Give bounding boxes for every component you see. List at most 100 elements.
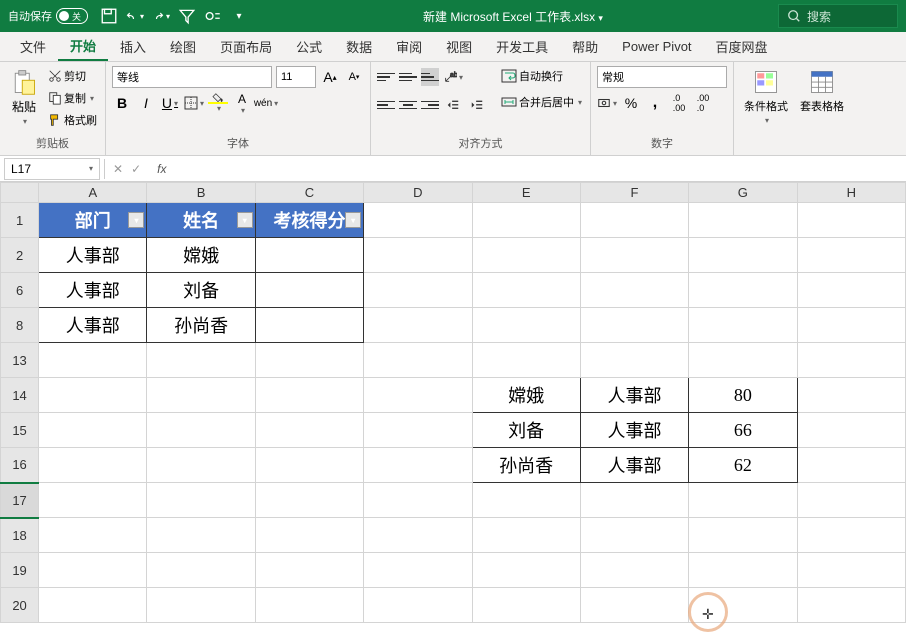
increase-decimal-icon[interactable]: .0.00 bbox=[669, 93, 689, 113]
col-header-h[interactable]: H bbox=[797, 183, 905, 203]
cell[interactable] bbox=[147, 483, 255, 518]
cell[interactable] bbox=[472, 308, 580, 343]
cell-e14[interactable]: 嫦娥 bbox=[472, 378, 580, 413]
tab-home[interactable]: 开始 bbox=[58, 32, 108, 61]
cell-f15[interactable]: 人事部 bbox=[580, 413, 688, 448]
font-color-button[interactable]: A ▾ bbox=[232, 93, 252, 113]
cell[interactable] bbox=[364, 273, 472, 308]
cell[interactable] bbox=[39, 343, 147, 378]
cell[interactable] bbox=[364, 588, 472, 623]
tab-power-pivot[interactable]: Power Pivot bbox=[610, 32, 703, 61]
tab-help[interactable]: 帮助 bbox=[560, 32, 610, 61]
col-header-g[interactable]: G bbox=[689, 183, 797, 203]
tab-formulas[interactable]: 公式 bbox=[284, 32, 334, 61]
col-header-d[interactable]: D bbox=[364, 183, 472, 203]
cell-f14[interactable]: 人事部 bbox=[580, 378, 688, 413]
cell[interactable] bbox=[689, 343, 797, 378]
cell[interactable] bbox=[472, 553, 580, 588]
cell[interactable] bbox=[472, 483, 580, 518]
tab-file[interactable]: 文件 bbox=[8, 32, 58, 61]
cell[interactable] bbox=[472, 273, 580, 308]
cell[interactable] bbox=[797, 413, 905, 448]
table-style-button[interactable]: 套表格格 bbox=[796, 66, 848, 116]
row-header-2[interactable]: 2 bbox=[1, 238, 39, 273]
cell[interactable] bbox=[364, 518, 472, 553]
filter-button-c[interactable]: ▾ bbox=[345, 212, 361, 228]
cell[interactable] bbox=[797, 343, 905, 378]
cell[interactable] bbox=[39, 378, 147, 413]
underline-button[interactable]: U▾ bbox=[160, 93, 180, 113]
decrease-font-icon[interactable]: A▾ bbox=[344, 67, 364, 87]
cell-e15[interactable]: 刘备 bbox=[472, 413, 580, 448]
row-header-13[interactable]: 13 bbox=[1, 343, 39, 378]
cell[interactable] bbox=[255, 413, 363, 448]
filter-button-b[interactable]: ▾ bbox=[237, 212, 253, 228]
align-bottom-icon[interactable] bbox=[421, 68, 439, 86]
col-header-b[interactable]: B bbox=[147, 183, 255, 203]
cell[interactable] bbox=[255, 483, 363, 518]
cell[interactable] bbox=[364, 413, 472, 448]
cell[interactable] bbox=[580, 238, 688, 273]
cell[interactable] bbox=[580, 483, 688, 518]
increase-font-icon[interactable]: A▴ bbox=[320, 67, 340, 87]
italic-button[interactable]: I bbox=[136, 93, 156, 113]
cell[interactable] bbox=[580, 203, 688, 238]
fill-color-button[interactable]: ▾ bbox=[208, 93, 228, 113]
cell[interactable] bbox=[689, 203, 797, 238]
cell[interactable] bbox=[797, 448, 905, 483]
currency-button[interactable]: ▾ bbox=[597, 93, 617, 113]
cell-c8[interactable] bbox=[255, 308, 363, 343]
cell[interactable] bbox=[147, 518, 255, 553]
cell[interactable] bbox=[689, 553, 797, 588]
col-header-c[interactable]: C bbox=[255, 183, 363, 203]
cell[interactable] bbox=[255, 378, 363, 413]
decrease-decimal-icon[interactable]: .00.0 bbox=[693, 93, 713, 113]
cell[interactable] bbox=[364, 238, 472, 273]
cell-g15[interactable]: 66 bbox=[689, 413, 797, 448]
cell[interactable] bbox=[39, 588, 147, 623]
font-size-select[interactable] bbox=[276, 66, 316, 88]
tab-insert[interactable]: 插入 bbox=[108, 32, 158, 61]
qat-customize-icon[interactable]: ▾ bbox=[230, 7, 248, 25]
cell[interactable] bbox=[472, 588, 580, 623]
cell-g16[interactable]: 62 bbox=[689, 448, 797, 483]
cell[interactable] bbox=[797, 273, 905, 308]
col-header-f[interactable]: F bbox=[580, 183, 688, 203]
col-header-e[interactable]: E bbox=[472, 183, 580, 203]
cell[interactable] bbox=[147, 343, 255, 378]
cell[interactable] bbox=[797, 203, 905, 238]
cell[interactable] bbox=[255, 448, 363, 483]
cell[interactable] bbox=[255, 588, 363, 623]
cell[interactable] bbox=[580, 273, 688, 308]
toggle-switch[interactable]: 关 bbox=[56, 8, 88, 24]
cell-a6[interactable]: 人事部 bbox=[39, 273, 147, 308]
increase-indent-icon[interactable] bbox=[467, 95, 487, 115]
cell[interactable] bbox=[472, 238, 580, 273]
cell-a8[interactable]: 人事部 bbox=[39, 308, 147, 343]
redo-icon[interactable]: ▾ bbox=[152, 7, 170, 25]
font-name-select[interactable] bbox=[112, 66, 272, 88]
cell-c6[interactable] bbox=[255, 273, 363, 308]
undo-icon[interactable]: ▾ bbox=[126, 7, 144, 25]
select-all-corner[interactable] bbox=[1, 183, 39, 203]
tab-view[interactable]: 视图 bbox=[434, 32, 484, 61]
cell[interactable] bbox=[797, 553, 905, 588]
orientation-button[interactable]: ab ▾ bbox=[443, 67, 463, 87]
cell[interactable] bbox=[797, 483, 905, 518]
number-format-select[interactable] bbox=[597, 66, 727, 88]
cancel-formula-icon[interactable]: ✕ bbox=[113, 162, 123, 176]
cell-a1[interactable]: 部门▾ bbox=[39, 203, 147, 238]
cell[interactable] bbox=[580, 553, 688, 588]
spreadsheet-grid[interactable]: A B C D E F G H 1 部门▾ 姓名▾ 考核得分▾ 2 人事部 嫦娥… bbox=[0, 182, 906, 623]
cell-b1[interactable]: 姓名▾ bbox=[147, 203, 255, 238]
cell[interactable] bbox=[255, 518, 363, 553]
cell[interactable] bbox=[39, 413, 147, 448]
cell[interactable] bbox=[255, 343, 363, 378]
filter-icon[interactable] bbox=[178, 7, 196, 25]
cell[interactable] bbox=[147, 378, 255, 413]
cell[interactable] bbox=[364, 378, 472, 413]
cell[interactable] bbox=[364, 308, 472, 343]
borders-button[interactable]: ▾ bbox=[184, 93, 204, 113]
row-header-15[interactable]: 15 bbox=[1, 413, 39, 448]
cell[interactable] bbox=[472, 518, 580, 553]
